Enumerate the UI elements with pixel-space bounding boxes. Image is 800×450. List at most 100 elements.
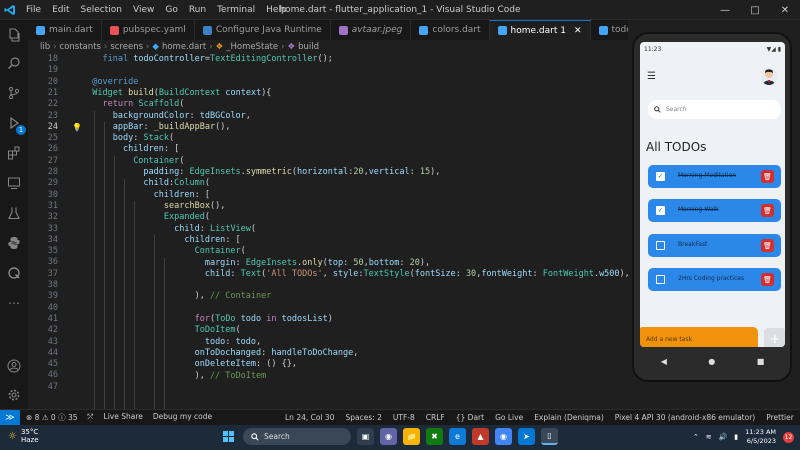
close-window-button[interactable]: ✕ [770, 0, 800, 20]
notification-badge[interactable]: 12 [783, 431, 794, 443]
weather-widget[interactable]: ☼ 35°C Haze [8, 428, 39, 444]
vscode-taskbar-icon[interactable]: ➤ [518, 428, 535, 445]
code-line: ToDoItem( [194, 325, 241, 335]
device-selector[interactable]: Pixel 4 API 30 (android-x86 emulator) [615, 413, 755, 422]
volume-icon[interactable]: 🔊 [719, 433, 728, 441]
tab-avtaar-jpeg[interactable]: avtaar.jpeg [331, 20, 412, 40]
prettier-button[interactable]: Prettier [766, 413, 794, 422]
tab-todo-item-dart[interactable]: todo_item.dart [591, 20, 628, 40]
search-icon[interactable] [0, 50, 28, 76]
menu-terminal[interactable]: Terminal [217, 5, 255, 15]
search-placeholder: Search [666, 106, 687, 113]
tab-home-dart-1[interactable]: home.dart 1 ✕ [489, 20, 591, 40]
add-task-input[interactable]: Add a new task [640, 327, 758, 347]
back-icon[interactable]: ◀ [661, 357, 667, 366]
android-emulator: 11:23 ▼◢ ▮ ☰ Search All TODOs ✓ Morning … [628, 20, 800, 409]
wifi-icon[interactable]: ≋ [706, 433, 712, 441]
lightbulb-icon[interactable]: 💡 [72, 123, 82, 132]
checkbox-empty-icon[interactable] [656, 241, 665, 250]
breadcrumb-item[interactable]: home.dart [162, 42, 206, 52]
explain-button[interactable]: Explain (Deniqma) [534, 413, 604, 422]
emulator-taskbar-icon[interactable]: ▯ [541, 428, 558, 445]
breadcrumb-item[interactable]: _HomeState [226, 42, 278, 52]
line-number: 39 [47, 291, 58, 302]
run-debug-icon[interactable]: 1 [0, 110, 28, 136]
tab-main-dart[interactable]: main.dart [28, 20, 102, 40]
battery-icon[interactable]: ▮ [734, 433, 738, 441]
more-icon[interactable]: ⋯ [0, 290, 28, 316]
tab-pubspec-yaml[interactable]: pubspec.yaml [102, 20, 195, 40]
delete-icon[interactable]: 🗑 [761, 170, 774, 183]
line-ending[interactable]: CRLF [426, 413, 445, 422]
go-live-button[interactable]: Go Live [495, 413, 523, 422]
close-tab-icon[interactable]: ✕ [574, 26, 582, 36]
title-bar: File Edit Selection View Go Run Terminal… [0, 0, 800, 20]
remote-explorer-icon[interactable] [0, 170, 28, 196]
home-icon[interactable]: ● [708, 357, 715, 366]
todo-item[interactable]: BreakFast 🗑 [648, 234, 781, 257]
checkbox-empty-icon[interactable] [656, 275, 665, 284]
avatar[interactable] [761, 67, 777, 85]
menu-selection[interactable]: Selection [81, 5, 122, 15]
flutter-devtools-icon[interactable] [0, 260, 28, 286]
tab-label: Configure Java Runtime [215, 25, 322, 35]
accounts-icon[interactable] [0, 353, 28, 379]
file-explorer-icon[interactable]: 📁 [403, 428, 420, 445]
maximize-button[interactable]: □ [740, 0, 770, 20]
menu-run[interactable]: Run [189, 5, 206, 15]
checkbox-checked-icon[interactable]: ✓ [656, 172, 665, 181]
menu-go[interactable]: Go [165, 5, 177, 15]
recents-icon[interactable]: ■ [757, 357, 765, 366]
breadcrumb-item[interactable]: build [298, 42, 319, 52]
chrome-icon[interactable]: ◉ [495, 428, 512, 445]
source-control-icon[interactable] [0, 80, 28, 106]
code-line: padding: EdgeInsets.symmetric(horizontal… [143, 167, 441, 177]
ports-icon[interactable]: ⤱ [88, 412, 94, 423]
cursor-position[interactable]: Ln 24, Col 30 [285, 413, 334, 422]
debug-button[interactable]: Debug my code [153, 412, 212, 423]
add-task-button[interactable]: + [764, 328, 785, 347]
app-icon[interactable]: ▲ [472, 428, 489, 445]
extensions-icon[interactable] [0, 140, 28, 166]
breadcrumb-item[interactable]: screens [110, 42, 143, 52]
delete-icon[interactable]: 🗑 [761, 239, 774, 252]
search-input[interactable]: Search [648, 100, 781, 119]
todo-item[interactable]: 2Hrs Coding practices 🗑 [648, 268, 781, 291]
windows-start-icon[interactable] [220, 428, 237, 445]
breadcrumb-item[interactable]: lib [40, 42, 50, 52]
todo-item[interactable]: ✓ Morning Walk 🗑 [648, 199, 781, 222]
menu-file[interactable]: File [26, 5, 41, 15]
code-editor[interactable]: 18 19 20 21 22 23 24 25 26 27 28 29 30 31 32 33 34 35 36 37… [28, 54, 628, 409]
indentation[interactable]: Spaces: 2 [345, 413, 381, 422]
code-line: margin: EdgeInsets.only(top: 50,bottom: … [204, 258, 431, 268]
breadcrumb-item[interactable]: constants [60, 42, 101, 52]
todo-item[interactable]: ✓ Morning Meditation 🗑 [648, 165, 781, 188]
delete-icon[interactable]: 🗑 [761, 273, 774, 286]
menu-help[interactable]: Help [266, 5, 287, 15]
file-type-icon [36, 25, 45, 35]
taskbar-search[interactable]: Search [243, 428, 351, 445]
live-share-button[interactable]: Live Share [104, 412, 143, 423]
explorer-icon[interactable] [0, 22, 28, 48]
encoding[interactable]: UTF-8 [393, 413, 415, 422]
problems-count[interactable]: ⊗ 8 ⚠ 0 ⓘ 35 [26, 412, 78, 423]
delete-icon[interactable]: 🗑 [761, 204, 774, 217]
minimize-button[interactable]: — [710, 0, 740, 20]
remote-indicator-icon[interactable]: ≫ [0, 409, 20, 426]
checkbox-checked-icon[interactable]: ✓ [656, 206, 665, 215]
teams-icon[interactable]: ◉ [380, 428, 397, 445]
testing-icon[interactable] [0, 200, 28, 226]
tray-chevron-icon[interactable]: ⌃ [693, 433, 699, 441]
tab-colors-dart[interactable]: colors.dart [411, 20, 490, 40]
settings-gear-icon[interactable] [0, 382, 28, 408]
clock[interactable]: 11:23 AM 6/5/2023 [745, 428, 776, 446]
tab-configure-java-runtime[interactable]: Configure Java Runtime [195, 20, 331, 40]
language-mode[interactable]: {} Dart [456, 413, 484, 422]
python-icon[interactable] [0, 230, 28, 256]
menu-view[interactable]: View [133, 5, 154, 15]
xbox-icon[interactable]: ✖ [426, 428, 443, 445]
edge-icon[interactable]: e [449, 428, 466, 445]
menu-icon[interactable]: ☰ [647, 72, 656, 82]
task-view-icon[interactable]: ▣ [357, 428, 374, 445]
menu-edit[interactable]: Edit [52, 5, 69, 15]
